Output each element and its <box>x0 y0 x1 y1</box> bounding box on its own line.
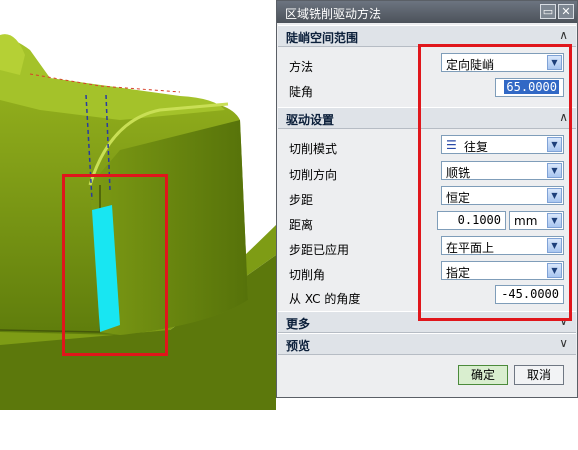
method-select[interactable]: 定向陡峭 ▼ <box>441 53 564 72</box>
chevron-up-icon[interactable]: ∧ <box>559 110 568 124</box>
stepover-applied-label: 步距已应用 <box>289 243 350 257</box>
cancel-button[interactable]: 取消 <box>514 365 564 385</box>
xc-angle-input[interactable]: -45.0000 <box>495 285 564 304</box>
chevron-up-icon[interactable]: ∧ <box>559 28 568 42</box>
row-xc-angle: 从 XC 的角度 -45.0000 <box>277 285 577 309</box>
steep-angle-label: 陡角 <box>289 85 314 99</box>
section-more[interactable]: 更多 ∨ <box>278 311 576 333</box>
distance-value: 0.1000 <box>457 213 501 227</box>
chevron-down-icon[interactable]: ▼ <box>547 263 562 278</box>
cut-pattern-value: 往复 <box>464 140 489 154</box>
row-distance: 距离 0.1000 mm ▼ <box>277 211 577 235</box>
section-steep-range[interactable]: 陡峭空间范围 ∧ <box>278 25 576 47</box>
stepover-applied-value: 在平面上 <box>446 241 495 255</box>
chevron-down-icon[interactable]: ∨ <box>559 336 568 350</box>
ok-button[interactable]: 确定 <box>458 365 508 385</box>
cut-direction-value: 顺铣 <box>446 166 471 180</box>
part-model <box>0 34 276 410</box>
xc-angle-label: 从 XC 的角度 <box>289 292 361 306</box>
stepover-value: 恒定 <box>446 191 471 205</box>
stepover-select[interactable]: 恒定 ▼ <box>441 186 564 205</box>
row-cut-direction: 切削方向 顺铣 ▼ <box>277 161 577 185</box>
dialog-title: 区域铣削驱动方法 <box>285 7 382 21</box>
cut-pattern-select[interactable]: ☰ 往复 ▼ <box>441 135 564 154</box>
dialog-titlebar[interactable]: 区域铣削驱动方法 ▭ ✕ <box>277 1 577 23</box>
chevron-down-icon[interactable]: ▼ <box>547 213 562 228</box>
cut-direction-select[interactable]: 顺铣 ▼ <box>441 161 564 180</box>
graphics-viewport[interactable] <box>0 0 276 410</box>
distance-label: 距离 <box>289 218 314 232</box>
distance-unit-select[interactable]: mm ▼ <box>509 211 564 230</box>
section-drive-settings[interactable]: 驱动设置 ∧ <box>278 107 576 129</box>
close-icon[interactable]: ✕ <box>558 4 574 19</box>
chevron-down-icon[interactable]: ▼ <box>547 137 562 152</box>
zigzag-icon: ☰ <box>446 138 457 152</box>
chevron-down-icon[interactable]: ▼ <box>547 188 562 203</box>
row-stepover: 步距 恒定 ▼ <box>277 186 577 210</box>
steep-angle-value: 65.0000 <box>504 80 559 94</box>
row-cut-pattern: 切削模式 ☰ 往复 ▼ <box>277 135 577 159</box>
row-stepover-applied: 步距已应用 在平面上 ▼ <box>277 236 577 260</box>
cut-angle-value: 指定 <box>446 266 471 280</box>
method-label: 方法 <box>289 60 314 74</box>
stepover-applied-select[interactable]: 在平面上 ▼ <box>441 236 564 255</box>
area-milling-drive-dialog: 区域铣削驱动方法 ▭ ✕ 陡峭空间范围 ∧ 方法 定向陡峭 ▼ 陡角 65.00… <box>276 0 578 398</box>
steep-angle-input[interactable]: 65.0000 <box>495 78 564 97</box>
section-drive-label: 驱动设置 <box>286 113 335 127</box>
row-method: 方法 定向陡峭 ▼ <box>277 53 577 77</box>
row-steep-angle: 陡角 65.0000 <box>277 78 577 102</box>
cut-pattern-label: 切削模式 <box>289 142 338 156</box>
chevron-down-icon[interactable]: ▼ <box>547 238 562 253</box>
distance-input[interactable]: 0.1000 <box>437 211 506 230</box>
row-cut-angle: 切削角 指定 ▼ <box>277 261 577 285</box>
distance-unit-value: mm <box>514 214 538 228</box>
section-preview[interactable]: 预览 ∨ <box>278 333 576 355</box>
chevron-down-icon[interactable]: ▼ <box>547 55 562 70</box>
section-more-label: 更多 <box>286 317 311 331</box>
xc-angle-value: -45.0000 <box>501 287 559 301</box>
section-steep-label: 陡峭空间范围 <box>286 31 359 45</box>
method-value: 定向陡峭 <box>446 58 495 72</box>
cut-angle-label: 切削角 <box>289 268 326 282</box>
cut-direction-label: 切削方向 <box>289 168 338 182</box>
cut-angle-select[interactable]: 指定 ▼ <box>441 261 564 280</box>
section-preview-label: 预览 <box>286 339 311 353</box>
chevron-down-icon[interactable]: ∨ <box>559 314 568 328</box>
chevron-down-icon[interactable]: ▼ <box>547 163 562 178</box>
stepover-label: 步距 <box>289 193 314 207</box>
minimize-icon[interactable]: ▭ <box>540 4 556 19</box>
